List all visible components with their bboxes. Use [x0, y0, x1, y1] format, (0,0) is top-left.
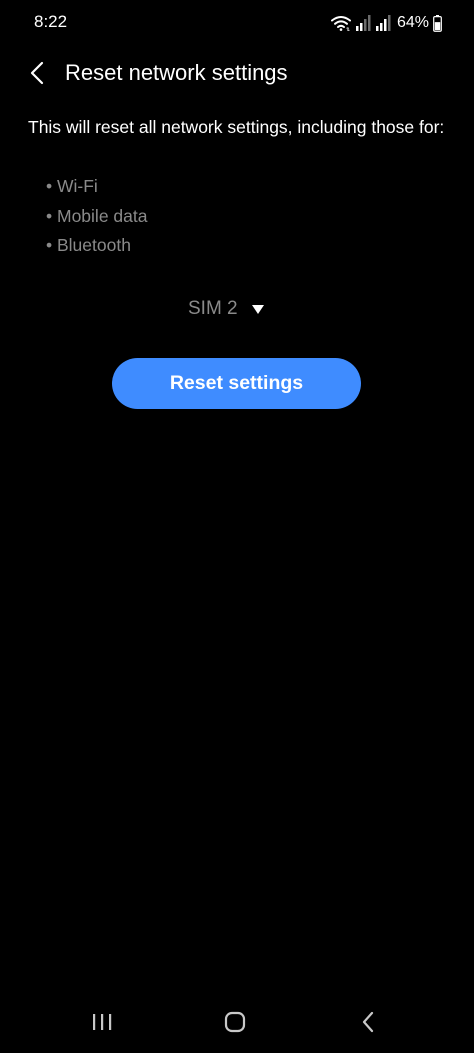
- list-item-label: Bluetooth: [57, 235, 131, 255]
- signal-sim1-icon: [355, 15, 371, 31]
- recents-icon: [91, 1012, 113, 1032]
- dropdown-arrow-icon: [251, 305, 264, 314]
- home-button[interactable]: [213, 1007, 257, 1037]
- nav-back-button[interactable]: [346, 1007, 390, 1037]
- list-item: • Mobile data: [46, 202, 147, 232]
- signal-sim2-icon: [375, 15, 391, 31]
- bullet: •: [46, 235, 53, 255]
- bullet: •: [46, 205, 53, 226]
- wifi-icon: ⇅: [330, 15, 351, 33]
- list-item: • Wi-Fi: [46, 172, 147, 202]
- network-items-list: • Wi-Fi • Mobile data • Bluetooth: [46, 172, 147, 261]
- battery-percent: 64%: [396, 14, 429, 31]
- list-item: • Bluetooth: [46, 231, 147, 261]
- recents-button[interactable]: [80, 1007, 124, 1037]
- sim-selected-label: SIM 2: [188, 298, 238, 319]
- home-icon: [224, 1011, 246, 1033]
- reset-settings-button[interactable]: Reset settings: [112, 358, 361, 409]
- bullet: •: [46, 176, 53, 196]
- status-bar: 8:22 ⇅ 64%: [0, 0, 474, 46]
- list-item-label: Mobile data: [57, 205, 148, 226]
- chevron-left-icon: [30, 61, 44, 85]
- status-time: 8:22: [34, 12, 68, 31]
- page-title: Reset network settings: [65, 60, 288, 85]
- status-icons: ⇅ 64%: [330, 12, 442, 34]
- app-header: Reset network settings: [0, 50, 474, 96]
- battery-icon: [433, 14, 442, 32]
- description-text: This will reset all network settings, in…: [28, 117, 445, 137]
- back-button[interactable]: [20, 56, 54, 90]
- navigation-bar: [0, 997, 474, 1053]
- svg-text:⇅: ⇅: [346, 27, 350, 31]
- back-icon: [361, 1011, 375, 1033]
- list-item-label: Wi-Fi: [57, 176, 98, 196]
- sim-dropdown[interactable]: SIM 2: [188, 293, 264, 325]
